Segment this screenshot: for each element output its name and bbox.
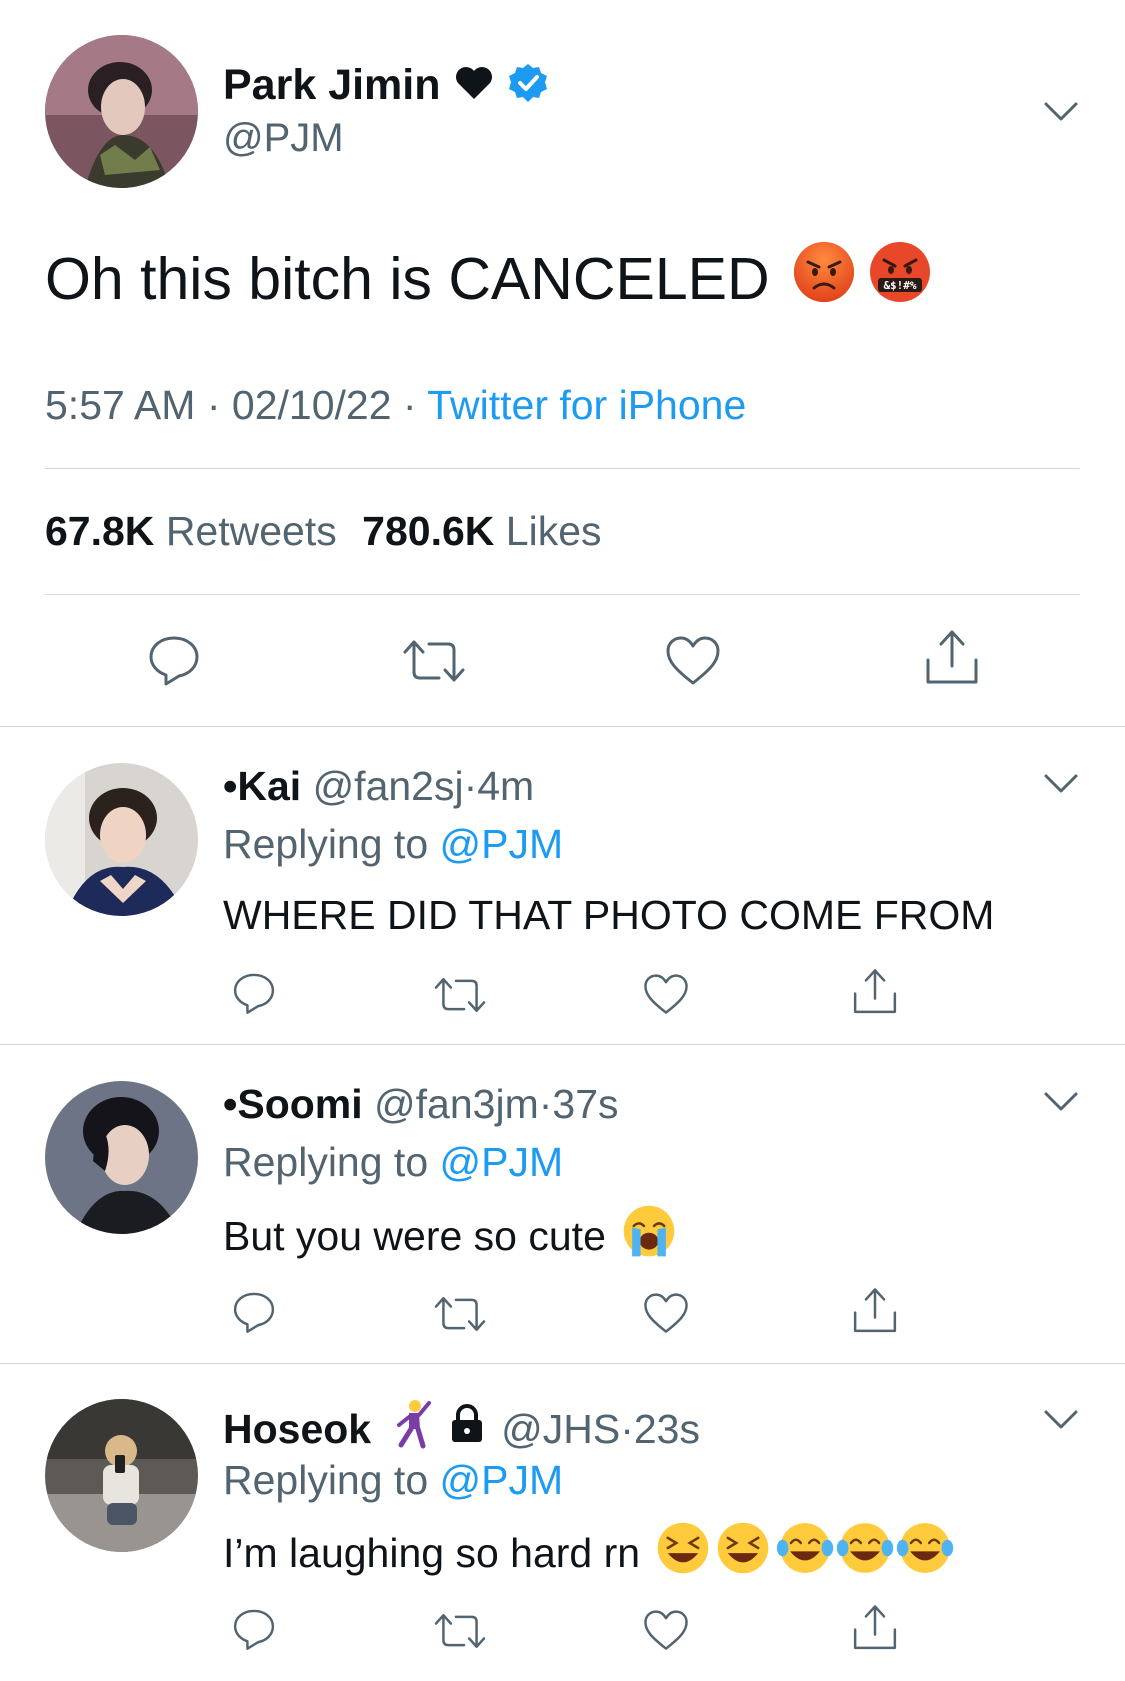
avatar-kai[interactable] (45, 763, 198, 916)
retweet-icon[interactable] (431, 1610, 489, 1652)
likes-count: 780.6K (362, 508, 495, 554)
verified-badge-icon (507, 62, 549, 109)
divider (0, 1044, 1125, 1045)
chevron-down-icon[interactable] (1043, 772, 1079, 796)
divider (0, 726, 1125, 727)
svg-text:&$!#%: &$!#% (883, 279, 916, 292)
avatar-hoseok[interactable] (45, 1399, 198, 1552)
reply-icon[interactable] (231, 1606, 277, 1652)
replying-to-link[interactable]: @PJM (440, 1457, 564, 1503)
reply-header: •Kai @fan2sj·4m (223, 763, 535, 809)
retweet-icon[interactable] (399, 636, 469, 686)
reply-text: But you were so cute (223, 1212, 606, 1259)
reply-handle[interactable]: @JHS (501, 1406, 620, 1453)
man-dancing-icon (389, 1399, 433, 1459)
grinning-squinting-face-icon (656, 1521, 710, 1585)
tweet-meta: 5:57 AM · 02/10/22 · Twitter for iPhone (45, 382, 747, 428)
retweets-count: 67.8K (45, 508, 155, 554)
share-icon[interactable] (851, 967, 899, 1017)
loudly-crying-face-icon (622, 1204, 676, 1268)
divider (45, 594, 1080, 595)
reply-display-name[interactable]: Hoseok (223, 1406, 371, 1453)
handle[interactable]: @PJM (223, 116, 344, 161)
reply-display-name[interactable]: •Soomi (223, 1081, 363, 1127)
avatar-soomi[interactable] (45, 1081, 198, 1234)
replying-to-link[interactable]: @PJM (440, 1139, 564, 1185)
tweet-text: Oh this bitch is CANCELED &$!#% (45, 240, 932, 318)
like-icon[interactable] (643, 973, 689, 1016)
reply-text-row: But you were so cute (223, 1204, 676, 1268)
pouting-face-icon (792, 240, 856, 318)
like-icon[interactable] (643, 1292, 689, 1335)
reply-icon[interactable] (146, 632, 202, 688)
display-name[interactable]: Park Jimin (223, 61, 441, 110)
black-heart-icon (455, 66, 493, 105)
divider (45, 468, 1080, 469)
chevron-down-icon[interactable] (1043, 100, 1079, 124)
retweet-icon[interactable] (431, 974, 489, 1016)
share-icon[interactable] (851, 1286, 899, 1336)
reply-display-name[interactable]: •Kai (223, 763, 301, 809)
grinning-squinting-face-icon (716, 1521, 770, 1585)
face-with-tears-of-joy-icon (896, 1521, 954, 1585)
reply-text: I’m laughing so hard rn (223, 1529, 641, 1576)
chevron-down-icon[interactable] (1043, 1090, 1079, 1114)
reply-time: 23s (633, 1405, 700, 1452)
likes-label: Likes (505, 508, 602, 554)
avatar-park-jimin[interactable] (45, 35, 198, 188)
reply-time: 37s (552, 1081, 619, 1127)
likes-stat[interactable]: 780.6K Likes (362, 508, 601, 554)
like-icon[interactable] (665, 635, 721, 687)
tweet-source-link[interactable]: Twitter for iPhone (427, 382, 746, 428)
retweets-label: Retweets (165, 508, 337, 554)
reply-time: 4m (477, 763, 535, 809)
divider (0, 1363, 1125, 1364)
reply-header: •Soomi @fan3jm·37s (223, 1081, 619, 1127)
replying-to-link[interactable]: @PJM (440, 821, 564, 867)
lock-icon (449, 1404, 485, 1454)
share-icon[interactable] (923, 628, 981, 688)
face-with-tears-of-joy-icon (776, 1521, 834, 1585)
reply-icon[interactable] (231, 970, 277, 1016)
face-with-symbols-on-mouth-icon: &$!#% (868, 240, 932, 318)
share-icon[interactable] (851, 1603, 899, 1653)
face-with-tears-of-joy-icon (836, 1521, 894, 1585)
reply-handle[interactable]: @fan3jm (374, 1081, 539, 1127)
display-name-row: Park Jimin (223, 60, 549, 110)
like-icon[interactable] (643, 1609, 689, 1652)
replying-to: Replying to @PJM (223, 1139, 564, 1185)
reply-handle[interactable]: @fan2sj (313, 763, 464, 809)
reply-header: Hoseok @JHS · 23s (223, 1399, 700, 1459)
retweets-stat[interactable]: 67.8K Retweets (45, 508, 348, 554)
tweet-date: 02/10/22 (231, 382, 392, 428)
replying-to: Replying to @PJM (223, 821, 564, 867)
reply-icon[interactable] (231, 1289, 277, 1335)
tweet-stats: 67.8K Retweets 780.6K Likes (45, 508, 602, 555)
replying-to: Replying to @PJM (223, 1457, 564, 1503)
retweet-icon[interactable] (431, 1293, 489, 1335)
reply-text-row: I’m laughing so hard rn (223, 1521, 954, 1585)
reply-text: WHERE DID THAT PHOTO COME FROM (223, 892, 995, 938)
chevron-down-icon[interactable] (1043, 1408, 1079, 1432)
tweet-time: 5:57 AM (45, 382, 196, 428)
tweet-body: Oh this bitch is CANCELED (45, 246, 770, 312)
